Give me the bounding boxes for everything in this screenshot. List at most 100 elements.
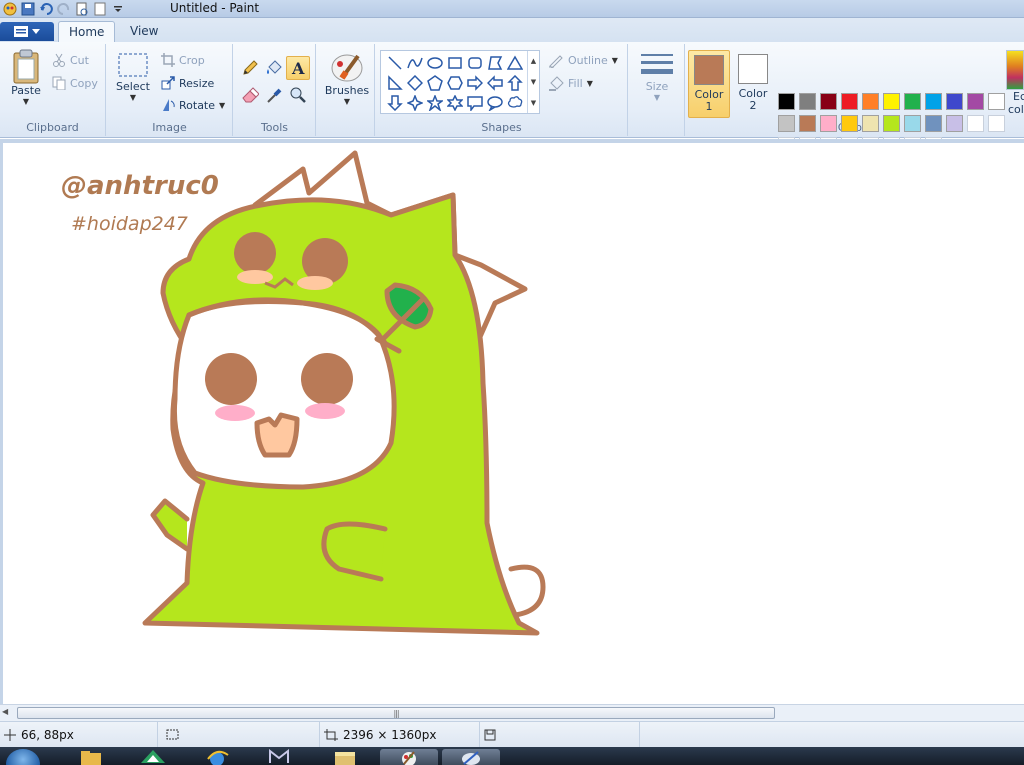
horizontal-scrollbar[interactable]: ◀ ||| [0,704,1024,721]
rotate-button[interactable]: Rotate ▼ [161,95,225,115]
copy-button[interactable]: Copy [52,73,98,93]
palette-color-1-6[interactable] [881,90,902,112]
line-shape-icon[interactable] [385,53,405,73]
down-arrow-shape-icon[interactable] [385,93,405,113]
four-point-star-shape-icon[interactable] [405,93,425,113]
palette-color-2-10[interactable] [944,112,965,134]
rounded-rectangle-shape-icon[interactable] [465,53,485,73]
chevron-up-icon[interactable]: ▲ [531,57,536,65]
customize-qat-icon[interactable] [110,1,126,17]
curve-shape-icon[interactable] [405,53,425,73]
rectangle-shape-icon[interactable] [445,53,465,73]
drawing-canvas[interactable]: @anhtruc0 #hoidap247 [3,143,1024,704]
palette-color-2-6[interactable] [860,112,881,134]
crop-button[interactable]: Crop [161,50,205,70]
palette-color-3-1[interactable] [965,112,986,134]
oval-callout-shape-icon[interactable] [485,93,505,113]
paste-button[interactable]: Paste ▼ [8,48,44,106]
app-icon[interactable] [2,1,18,17]
eraser-icon[interactable] [238,83,262,107]
taskbar-paint[interactable] [380,749,438,765]
up-arrow-shape-icon[interactable] [505,73,525,93]
select-label: Select [116,80,150,93]
right-triangle-shape-icon[interactable] [385,73,405,93]
fill-button[interactable]: Fill ▼ [548,73,593,93]
paste-label: Paste [11,84,41,97]
save-icon[interactable] [20,1,36,17]
line-width-icon [641,54,673,74]
menu-icon [14,26,28,37]
left-arrow-shape-icon[interactable] [485,73,505,93]
taskbar-app-4[interactable] [250,749,308,765]
palette-color-2-4[interactable] [818,112,839,134]
taskbar-app-explorer[interactable] [62,749,120,765]
fill-bucket-icon[interactable] [262,56,286,80]
chevron-down-icon[interactable]: ▼ [531,78,536,86]
taskbar-app-2[interactable] [124,749,182,765]
copy-label: Copy [70,76,98,90]
taskbar-paint-2[interactable] [442,749,500,765]
color-2-button[interactable]: Color 2 [732,50,774,118]
color-1-button[interactable]: Color 1 [688,50,730,118]
palette-color-1-8[interactable] [923,90,944,112]
crop-label: Crop [179,53,205,67]
magnifier-icon[interactable] [286,83,310,107]
taskbar-app-5[interactable] [316,749,374,765]
palette-color-1-7[interactable] [902,90,923,112]
new-document-icon[interactable] [92,1,108,17]
scrollbar-thumb[interactable]: ||| [17,707,775,719]
five-point-star-shape-icon[interactable] [425,93,445,113]
palette-color-2-7[interactable] [881,112,902,134]
palette-color-2-3[interactable] [797,112,818,134]
right-arrow-shape-icon[interactable] [465,73,485,93]
shapes-scrollbar[interactable]: ▲ ▼ ▼ [527,51,539,113]
size-button[interactable]: Size ▼ [637,52,677,102]
palette-color-2-8[interactable] [902,112,923,134]
palette-color-1-3[interactable] [818,90,839,112]
color-1-swatch [694,55,724,85]
print-preview-icon[interactable] [74,1,90,17]
resize-button[interactable]: Resize [161,73,214,93]
polygon-shape-icon[interactable] [485,53,505,73]
palette-color-1-5[interactable] [860,90,881,112]
palette-color-1-2[interactable] [797,90,818,112]
outline-button[interactable]: Outline ▼ [548,50,618,70]
brushes-button[interactable]: Brushes ▼ [325,50,369,106]
edit-colors-icon[interactable] [1006,50,1024,90]
edit-colors-label-2[interactable]: col [1008,103,1024,116]
edit-colors-label[interactable]: Ec [1013,90,1024,103]
palette-color-1-10[interactable] [965,90,986,112]
palette-color-1-1[interactable] [776,90,797,112]
expand-gallery-icon[interactable]: ▼ [531,99,536,107]
paint-menu-button[interactable] [0,22,54,41]
palette-color-1-9[interactable] [944,90,965,112]
text-icon[interactable]: A [286,56,310,80]
color-picker-icon[interactable] [262,83,286,107]
tab-home[interactable]: Home [58,21,116,43]
select-button[interactable]: Select ▼ [115,52,151,102]
start-button[interactable] [6,749,40,765]
rect-callout-shape-icon[interactable] [465,93,485,113]
ribbon: Paste ▼ Cut Copy Clipboard Select ▼ Crop… [0,42,1024,154]
media-icon [269,749,289,763]
diamond-shape-icon[interactable] [405,73,425,93]
undo-icon[interactable] [38,1,54,17]
triangle-shape-icon[interactable] [505,53,525,73]
oval-shape-icon[interactable] [425,53,445,73]
cloud-callout-shape-icon[interactable] [505,93,525,113]
palette-color-2-1[interactable] [986,90,1007,112]
tab-view[interactable]: View [120,21,168,43]
cut-button[interactable]: Cut [52,50,89,70]
palette-color-2-9[interactable] [923,112,944,134]
taskbar-internet-explorer[interactable] [188,749,246,765]
palette-color-1-4[interactable] [839,90,860,112]
redo-icon[interactable] [56,1,72,17]
palette-color-3-2[interactable] [986,112,1007,134]
palette-color-2-2[interactable] [776,112,797,134]
palette-color-2-5[interactable] [839,112,860,134]
hexagon-shape-icon[interactable] [445,73,465,93]
pencil-icon[interactable] [238,56,262,80]
scroll-left-icon[interactable]: ◀ [2,707,8,716]
six-point-star-shape-icon[interactable] [445,93,465,113]
pentagon-shape-icon[interactable] [425,73,445,93]
